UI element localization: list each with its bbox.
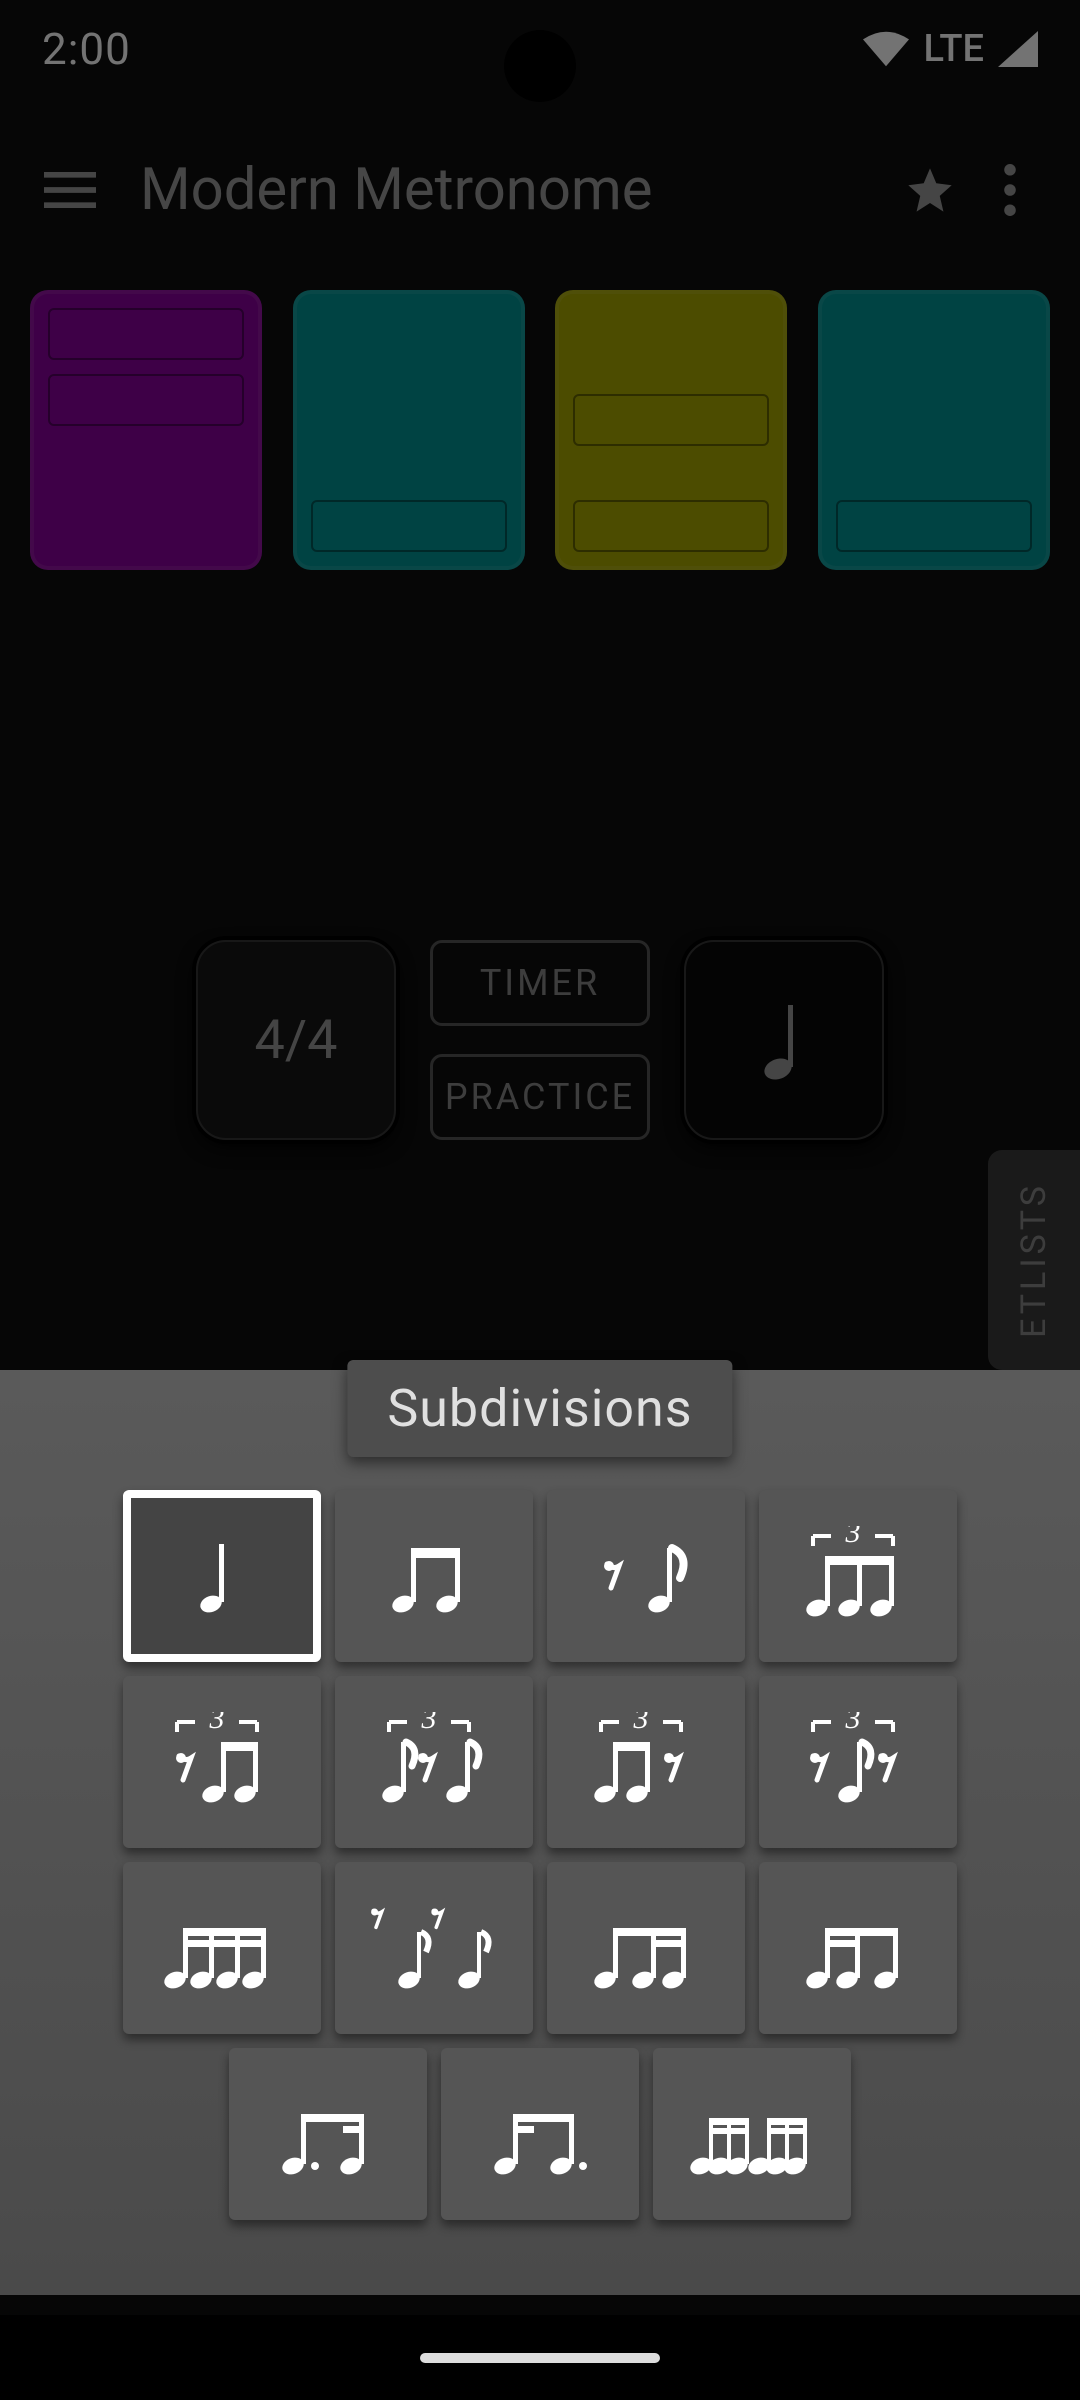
triplet-icon [793, 1526, 923, 1626]
gesture-handle [420, 2353, 660, 2363]
eighth-two-16-icon [581, 1898, 711, 1998]
subdivision-triplet-rest-mid[interactable] [335, 1676, 533, 1848]
subdivision-four-sixteenths[interactable] [123, 1862, 321, 2034]
subdivision-rest-eighth[interactable] [547, 1490, 745, 1662]
rest-pair-rest-pair-icon [369, 1898, 499, 1998]
triplet-rest-mid-icon [369, 1712, 499, 1812]
gesture-nav-bar [0, 2315, 1080, 2400]
dot8-16-icon [263, 2084, 393, 2184]
subdivision-sixtuplet[interactable] [653, 2048, 851, 2220]
subdivisions-sheet: Subdivisions [0, 1370, 1080, 2295]
subdivision-two-16-eighth[interactable] [759, 1862, 957, 2034]
triplet-outer-rest-icon [793, 1712, 923, 1812]
subdivisions-grid [0, 1490, 1080, 2275]
quarter-icon [157, 1526, 287, 1626]
two-eighths-icon [369, 1526, 499, 1626]
subdivision-triplet-rest-last[interactable] [547, 1676, 745, 1848]
subdivision-rest-pair-rest-pair[interactable] [335, 1862, 533, 2034]
sixtuplet-icon [687, 2084, 817, 2184]
subdivision-dot8-16[interactable] [229, 2048, 427, 2220]
subdivision-triplet[interactable] [759, 1490, 957, 1662]
subdivision-two-eighths[interactable] [335, 1490, 533, 1662]
triplet-rest-first-icon [157, 1712, 287, 1812]
sheet-title-chip: Subdivisions [347, 1360, 732, 1457]
sheet-title: Subdivisions [387, 1378, 692, 1439]
two-16-eighth-icon [793, 1898, 923, 1998]
four-sixteenths-icon [157, 1898, 287, 1998]
subdivision-eighth-two-16[interactable] [547, 1862, 745, 2034]
subdivision-16-dot8[interactable] [441, 2048, 639, 2220]
subdivision-triplet-rest-first[interactable] [123, 1676, 321, 1848]
16-dot8-icon [475, 2084, 605, 2184]
subdivision-triplet-outer-rest[interactable] [759, 1676, 957, 1848]
rest-eighth-icon [581, 1526, 711, 1626]
subdivision-quarter[interactable] [123, 1490, 321, 1662]
triplet-rest-last-icon [581, 1712, 711, 1812]
